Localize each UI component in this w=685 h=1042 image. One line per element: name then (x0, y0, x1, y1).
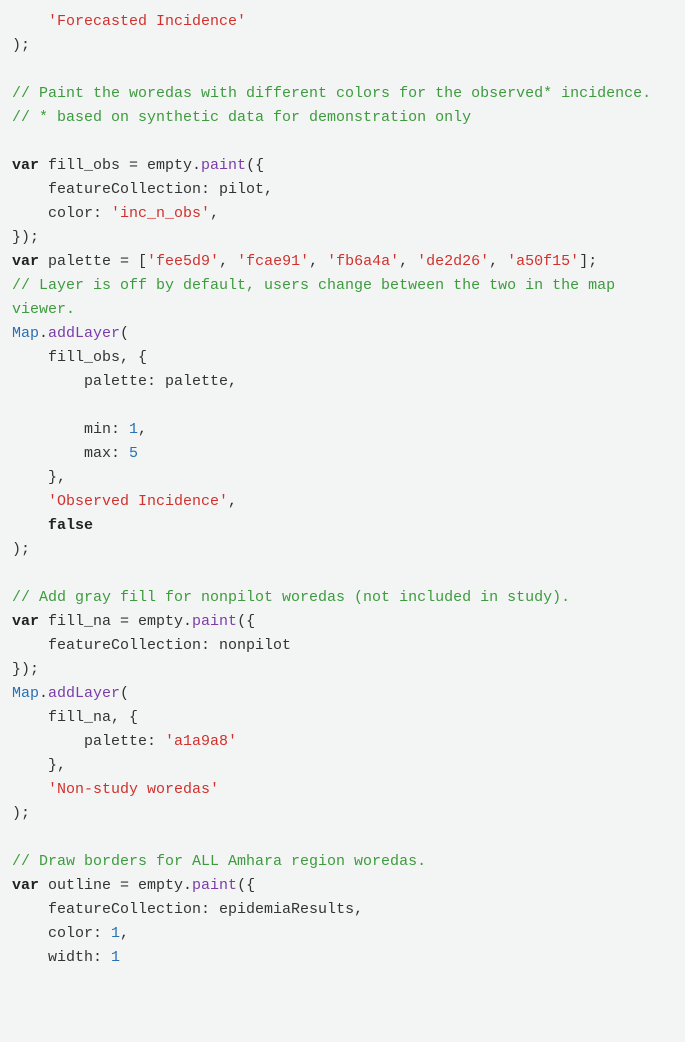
code-comment: // Layer is off by default, users change… (12, 277, 624, 318)
code-line: Map.addLayer( (12, 685, 129, 702)
code-line: width: 1 (12, 949, 120, 966)
code-comment: // Add gray fill for nonpilot woredas (n… (12, 589, 570, 606)
code-line: var fill_na = empty.paint({ (12, 613, 255, 630)
code-line: }); (12, 661, 39, 678)
code-line: }, (12, 757, 66, 774)
code-line: featureCollection: pilot, (12, 181, 273, 198)
code-line: min: 1, (12, 421, 147, 438)
code-line: palette: palette, (12, 373, 237, 390)
code-line: palette: 'a1a9a8' (12, 733, 237, 750)
code-line: 'Non-study woredas' (12, 781, 219, 798)
code-line: color: 1, (12, 925, 129, 942)
code-line: }); (12, 229, 39, 246)
code-line: fill_na, { (12, 709, 138, 726)
code-line: max: 5 (12, 445, 138, 462)
code-line: ); (12, 541, 30, 558)
code-line: featureCollection: nonpilot (12, 637, 291, 654)
code-line: ); (12, 37, 30, 54)
code-line: featureCollection: epidemiaResults, (12, 901, 363, 918)
code-line: 'Forecasted Incidence' (12, 13, 246, 30)
code-line: var outline = empty.paint({ (12, 877, 255, 894)
code-line: false (12, 517, 93, 534)
code-comment: // Draw borders for ALL Amhara region wo… (12, 853, 426, 870)
code-line: }, (12, 469, 66, 486)
code-line: var fill_obs = empty.paint({ (12, 157, 264, 174)
code-block: 'Forecasted Incidence' ); // Paint the w… (12, 10, 673, 970)
code-line: fill_obs, { (12, 349, 147, 366)
code-line: Map.addLayer( (12, 325, 129, 342)
code-line: var palette = ['fee5d9', 'fcae91', 'fb6a… (12, 253, 597, 270)
code-line: color: 'inc_n_obs', (12, 205, 219, 222)
code-comment: // * based on synthetic data for demonst… (12, 109, 471, 126)
code-line: ); (12, 805, 30, 822)
code-line: 'Observed Incidence', (12, 493, 237, 510)
code-comment: // Paint the woredas with different colo… (12, 85, 651, 102)
